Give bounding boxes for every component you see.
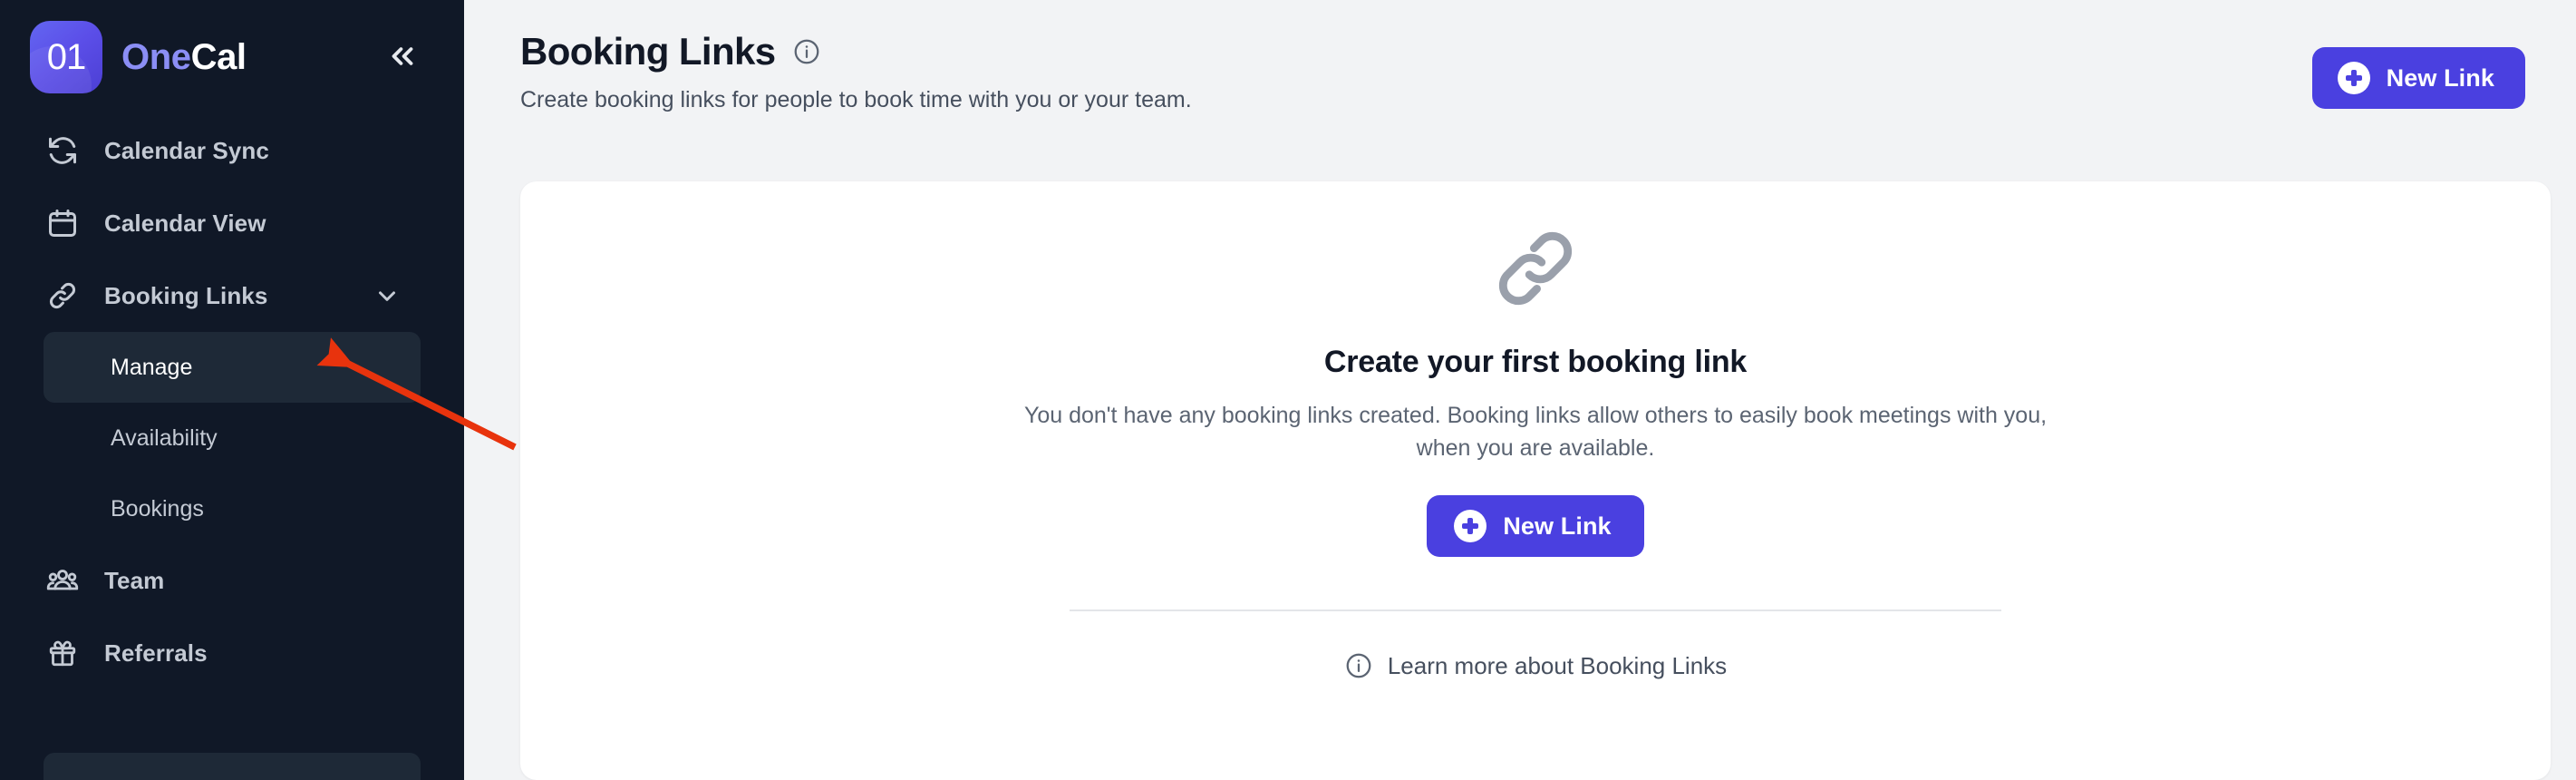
brand-name-one: One xyxy=(121,37,191,77)
sidebar-item-label: Manage xyxy=(111,354,193,380)
sidebar-item-calendar-sync[interactable]: Calendar Sync xyxy=(0,114,464,187)
logo-text: 01 xyxy=(46,37,86,77)
divider xyxy=(1070,609,2001,611)
page-header: Booking Links Create booking links for p… xyxy=(520,33,1192,113)
onecal-logo-icon: 01 xyxy=(30,21,102,93)
sidebar-nav: Calendar Sync Calendar View Booking Link… xyxy=(0,114,464,689)
sidebar-item-label: Booking Links xyxy=(104,281,268,309)
chevrons-left-icon xyxy=(385,39,420,78)
chain-link-icon xyxy=(1492,225,1579,312)
empty-state-title: Create your first booking link xyxy=(1323,345,1748,379)
new-link-button-center[interactable]: New Link xyxy=(1427,495,1644,557)
info-circle-icon xyxy=(1344,651,1373,680)
sidebar-item-label: Calendar View xyxy=(104,209,266,237)
sidebar-item-label: Calendar Sync xyxy=(104,136,269,164)
new-link-button-header[interactable]: New Link xyxy=(2311,47,2525,109)
users-icon xyxy=(44,561,82,600)
sidebar-item-label: Referrals xyxy=(104,639,208,667)
new-link-button-label: New Link xyxy=(1503,512,1612,540)
sidebar-collapse-button[interactable] xyxy=(381,40,424,76)
main-content: Booking Links Create booking links for p… xyxy=(464,0,2576,780)
sidebar-item-bookings[interactable]: Bookings xyxy=(44,473,421,544)
sync-icon xyxy=(44,132,82,170)
learn-more-link[interactable]: Learn more about Booking Links xyxy=(1344,651,1727,680)
booking-links-empty-card: Create your first booking link You don't… xyxy=(520,181,2551,780)
page-title: Booking Links xyxy=(520,30,776,73)
new-link-button-label: New Link xyxy=(2386,63,2494,92)
learn-more-label: Learn more about Booking Links xyxy=(1387,651,1728,679)
sidebar-item-label: Bookings xyxy=(111,495,204,522)
sidebar-item-partial[interactable] xyxy=(44,753,421,780)
brand-name-cal: Cal xyxy=(190,37,247,77)
chevron-down-icon[interactable] xyxy=(373,282,401,309)
page-subtitle: Create booking links for people to book … xyxy=(520,87,1192,112)
sidebar-item-booking-links[interactable]: Booking Links xyxy=(0,259,464,332)
plus-circle-icon xyxy=(1454,510,1487,542)
plus-circle-icon xyxy=(2337,62,2370,94)
sidebar-item-label: Team xyxy=(104,566,165,594)
calendar-icon xyxy=(44,204,82,242)
sidebar-item-availability[interactable]: Availability xyxy=(44,403,421,473)
sidebar-item-calendar-view[interactable]: Calendar View xyxy=(0,187,464,259)
sidebar-item-team[interactable]: Team xyxy=(0,544,464,617)
sidebar-item-manage[interactable]: Manage xyxy=(44,332,421,403)
empty-state: Create your first booking link You don't… xyxy=(520,225,2551,680)
gift-icon xyxy=(44,634,82,672)
brand-name: OneCal xyxy=(121,39,247,75)
empty-state-description: You don't have any booking links created… xyxy=(1023,403,2048,461)
sidebar: 01 OneCal Calendar Sync Calendar View Bo… xyxy=(0,0,464,780)
link-icon xyxy=(44,277,82,315)
sidebar-item-referrals[interactable]: Referrals xyxy=(0,617,464,689)
page-title-row: Booking Links xyxy=(520,33,1192,71)
sidebar-item-label: Availability xyxy=(111,424,218,451)
info-circle-icon[interactable] xyxy=(792,37,821,66)
